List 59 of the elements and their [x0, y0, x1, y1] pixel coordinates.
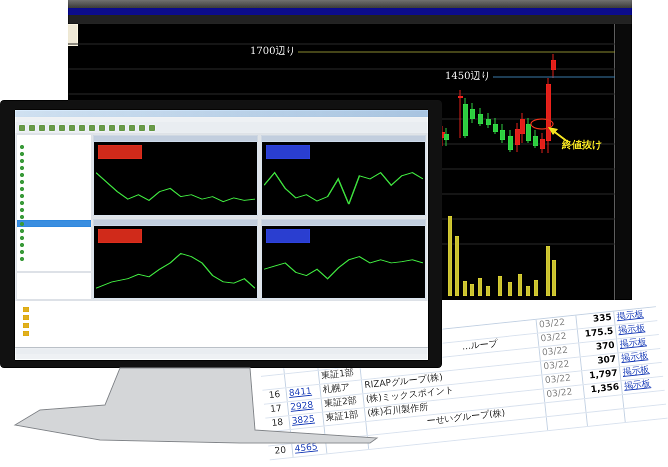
status-dot-icon — [20, 152, 24, 156]
status-dot-icon — [20, 242, 24, 246]
status-dot-icon — [20, 256, 24, 260]
status-dot-icon — [20, 214, 24, 218]
status-dot-icon — [20, 250, 24, 254]
status-dot-icon — [20, 144, 24, 148]
status-dot-icon — [20, 208, 24, 212]
price-cell: 307 — [596, 354, 617, 367]
price-cell: 335 — [592, 312, 612, 325]
stock-code-link[interactable]: 2928 — [290, 400, 314, 413]
trade-panel — [266, 145, 310, 159]
date-cell: 03/22 — [546, 387, 573, 400]
trade-panel — [98, 228, 142, 242]
stock-code-link[interactable]: 3825 — [291, 414, 316, 427]
status-dot-icon — [20, 194, 24, 198]
status-dot-icon — [20, 180, 24, 184]
date-cell: 03/22 — [542, 346, 568, 358]
status-dot-icon — [20, 228, 24, 232]
rank-cell: 18 — [271, 418, 284, 429]
date-cell: 03/22 — [543, 360, 570, 372]
status-dot-icon — [20, 222, 24, 226]
market-cell: 東証1部 — [325, 410, 359, 424]
rank-cell: 16 — [268, 390, 281, 402]
highlight-ellipse — [530, 118, 554, 130]
price-cell: 175.5 — [584, 326, 614, 340]
board-link[interactable]: 掲示板 — [620, 351, 649, 364]
trade-panel — [266, 228, 310, 242]
board-link[interactable]: 掲示板 — [619, 337, 648, 350]
status-dot-icon — [20, 200, 24, 204]
board-link[interactable]: 掲示板 — [616, 310, 644, 322]
status-dot-icon — [20, 158, 24, 162]
callout-label: 終値抜け — [562, 138, 602, 152]
board-link[interactable]: 掲示板 — [618, 323, 646, 336]
status-dot-icon — [20, 172, 24, 176]
company-name: ーせいグループ(株) — [426, 408, 506, 427]
rank-cell: 20 — [274, 446, 287, 457]
company-name: …ループ — [462, 338, 498, 353]
market-cell: 東証2部 — [324, 396, 358, 410]
market-cell: 札幌ア — [322, 382, 350, 396]
rank-cell: 17 — [270, 404, 282, 416]
level-label: 1700辺り — [250, 44, 296, 58]
price-cell: 1,797 — [588, 368, 618, 382]
date-cell: 03/22 — [540, 332, 567, 344]
status-dot-icon — [20, 186, 24, 190]
date-cell: 03/22 — [544, 374, 572, 386]
board-link[interactable]: 掲示板 — [624, 379, 652, 392]
board-link[interactable]: 掲示板 — [622, 365, 650, 378]
price-cell: 370 — [596, 340, 616, 353]
status-dot-icon — [20, 236, 24, 240]
company-name: (株)石川製作所 — [366, 402, 429, 419]
price-cell: 1,356 — [590, 382, 620, 396]
date-cell: 03/22 — [538, 318, 566, 330]
trade-panel — [98, 145, 142, 159]
stock-code-link[interactable]: 8411 — [288, 386, 312, 399]
status-dot-icon — [20, 166, 24, 170]
stock-code-link[interactable]: 4565 — [294, 442, 318, 455]
market-cell: 東証1部 — [320, 368, 354, 382]
level-label: 1450辺り — [445, 70, 490, 83]
dropdown-panel — [68, 24, 78, 46]
